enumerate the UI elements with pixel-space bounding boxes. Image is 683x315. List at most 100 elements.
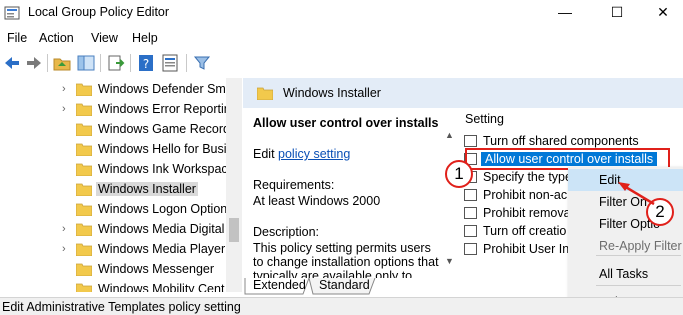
setting-label: Turn off creatio xyxy=(483,224,567,238)
tree-item-label: Windows Installer xyxy=(96,182,198,196)
context-menu-item: Re-Apply Filter xyxy=(568,235,683,257)
tree-item-label: Windows Media Player xyxy=(98,242,226,256)
view-tabs: Extended Standard xyxy=(243,278,443,296)
tree-item[interactable]: Windows Logon Option xyxy=(62,200,241,220)
export-list-icon[interactable] xyxy=(106,53,126,73)
properties-icon[interactable] xyxy=(160,53,180,73)
scroll-thumb[interactable] xyxy=(229,218,239,242)
toolbar-separator xyxy=(100,54,101,72)
policy-setting-icon xyxy=(464,243,477,255)
tree-item[interactable]: › Windows Defender Sma xyxy=(62,80,241,100)
context-menu-item[interactable]: All Tasks xyxy=(568,263,683,285)
toolbar: ? xyxy=(0,50,683,76)
folder-icon xyxy=(76,223,92,236)
tree-item-label: Windows Mobility Cent xyxy=(98,282,225,292)
tree-item-label: Windows Media Digital xyxy=(98,222,225,236)
folder-icon xyxy=(76,283,92,292)
tree-item-label: Windows Game Recordi xyxy=(98,122,233,136)
toolbar-separator xyxy=(47,54,48,72)
folder-icon xyxy=(76,183,92,196)
toolbar-separator xyxy=(130,54,131,72)
menu-action[interactable]: Action xyxy=(39,31,74,45)
tree-item-label: Windows Messenger xyxy=(98,262,215,276)
policy-title: Allow user control over installs xyxy=(253,116,439,130)
policy-setting-icon xyxy=(464,207,477,219)
group-policy-app-icon xyxy=(4,6,20,20)
menu-help[interactable]: Help xyxy=(132,31,158,45)
folder-icon xyxy=(76,203,92,216)
setting-label: Prohibit non-ac xyxy=(483,188,568,202)
forward-arrow-icon[interactable] xyxy=(24,53,44,73)
tree-item[interactable]: Windows Mobility Cent xyxy=(62,280,241,292)
tree-pane: › Windows Defender Sma › Windows Error Repo… xyxy=(0,78,242,292)
settings-scrollbar[interactable]: ▲ ▼ xyxy=(445,130,459,278)
up-folder-icon[interactable] xyxy=(52,53,72,73)
policy-setting-icon xyxy=(464,135,477,147)
tab-extended[interactable]: Extended xyxy=(253,278,306,296)
close-button[interactable]: ✕ xyxy=(640,0,683,26)
help-icon[interactable]: ? xyxy=(136,53,156,73)
minimize-button[interactable]: — xyxy=(542,0,588,26)
tree-item-label: Windows Error Reportin xyxy=(98,102,231,116)
window-title: Local Group Policy Editor xyxy=(28,5,170,19)
show-hide-tree-icon[interactable] xyxy=(76,53,96,73)
tree-item[interactable]: › Windows Media Player xyxy=(62,240,241,260)
svg-text:?: ? xyxy=(143,57,149,71)
tree-item[interactable]: Windows Game Recordi xyxy=(62,120,241,140)
tree-item-label: Windows Ink Workspace xyxy=(98,162,235,176)
tree-item-label: Windows Logon Option xyxy=(98,202,228,216)
folder-icon xyxy=(76,163,92,176)
tab-standard[interactable]: Standard xyxy=(319,278,370,296)
menu-bar: File Action View Help xyxy=(0,27,683,49)
pointer-arrow xyxy=(618,182,655,206)
folder-icon xyxy=(76,83,92,96)
tree-item[interactable]: › Windows Error Reportin xyxy=(62,100,241,120)
scroll-down-icon[interactable]: ▼ xyxy=(445,256,454,266)
status-bar: Edit Administrative Templates policy set… xyxy=(0,297,683,315)
setting-label: Turn off shared components xyxy=(483,134,639,148)
description-panel: Allow user control over installs Edit po… xyxy=(243,108,443,278)
setting-column-header[interactable]: Setting xyxy=(465,112,504,126)
tree-item[interactable]: Windows Hello for Busir xyxy=(62,140,241,160)
chevron-right-icon[interactable]: › xyxy=(62,103,72,115)
edit-prefix: Edit xyxy=(253,147,279,161)
maximize-button[interactable]: ☐ xyxy=(594,0,640,26)
details-header: Windows Installer xyxy=(243,78,683,108)
chevron-right-icon[interactable]: › xyxy=(62,243,72,255)
tree-item[interactable]: › Windows Media Digital xyxy=(62,220,241,240)
requirements-value: At least Windows 2000 xyxy=(253,194,381,208)
tree-item-label: Windows Hello for Busir xyxy=(98,142,231,156)
setting-label: Prohibit User In xyxy=(483,242,570,256)
tree-item-label: Windows Defender Sma xyxy=(98,82,233,96)
description-label: Description: xyxy=(253,225,319,239)
tree-item[interactable]: Windows Ink Workspace xyxy=(62,160,241,180)
menu-file[interactable]: File xyxy=(7,31,27,45)
filter-icon[interactable] xyxy=(192,53,212,73)
chevron-right-icon[interactable]: › xyxy=(62,223,72,235)
status-text: Edit Administrative Templates policy set… xyxy=(2,300,241,314)
requirements-label: Requirements: xyxy=(253,178,335,192)
setting-label: Specify the type xyxy=(483,170,572,184)
setting-label: Prohibit remova xyxy=(483,206,571,220)
chevron-right-icon[interactable]: › xyxy=(62,83,72,95)
folder-icon xyxy=(76,243,92,256)
toolbar-separator xyxy=(186,54,187,72)
policy-setting-icon xyxy=(464,225,477,237)
context-menu-item-label: Re-Apply Filter xyxy=(599,239,682,253)
folder-icon xyxy=(257,87,273,100)
scroll-up-icon[interactable]: ▲ xyxy=(445,130,454,140)
policy-setting-link[interactable]: policy setting xyxy=(278,147,350,161)
step-marker-1: 1 xyxy=(445,160,473,188)
description-text: This policy setting permits users to cha… xyxy=(253,241,439,278)
folder-icon xyxy=(76,103,92,116)
details-header-title: Windows Installer xyxy=(283,86,381,100)
menu-view[interactable]: View xyxy=(91,31,118,45)
folder-icon xyxy=(76,123,92,136)
title-bar: Local Group Policy Editor — ☐ ✕ xyxy=(0,0,683,26)
tree-item-selected[interactable]: Windows Installer xyxy=(62,180,241,200)
back-arrow-icon[interactable] xyxy=(2,53,22,73)
tree-scrollbar[interactable] xyxy=(226,78,242,292)
folder-icon xyxy=(76,263,92,276)
policy-setting-icon xyxy=(464,189,477,201)
tree-item[interactable]: Windows Messenger xyxy=(62,260,241,280)
